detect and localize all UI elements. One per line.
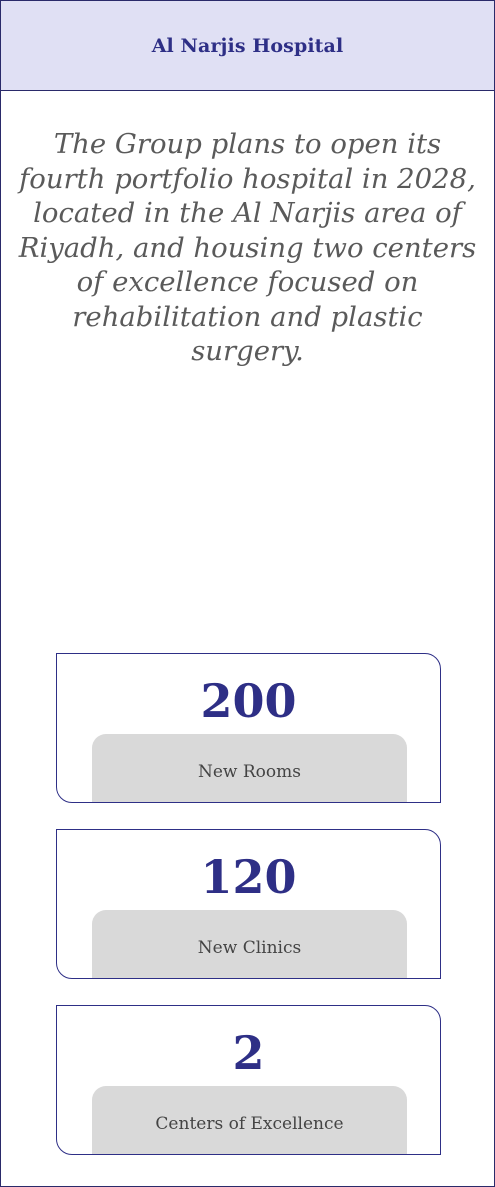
stat-card-new-rooms: 200 New Rooms <box>56 653 441 803</box>
stat-value: 200 <box>200 674 297 728</box>
stat-card-new-clinics: 120 New Clinics <box>56 829 441 979</box>
hospital-info-panel: Al Narjis Hospital The Group plans to op… <box>0 0 495 1187</box>
stat-label-box: Centers of Excellence <box>92 1086 407 1154</box>
stat-label-box: New Clinics <box>92 910 407 978</box>
stat-label-box: New Rooms <box>92 734 407 802</box>
hospital-description: The Group plans to open its fourth portf… <box>18 128 477 367</box>
page-title: Al Narjis Hospital <box>151 34 344 57</box>
stat-label: New Rooms <box>197 762 301 782</box>
panel-header: Al Narjis Hospital <box>1 1 494 91</box>
stat-value: 2 <box>232 1026 265 1080</box>
stat-label: Centers of Excellence <box>155 1114 344 1134</box>
stat-card-centers-of-excellence: 2 Centers of Excellence <box>56 1005 441 1155</box>
stat-value: 120 <box>200 850 297 904</box>
stat-label: New Clinics <box>197 938 302 958</box>
